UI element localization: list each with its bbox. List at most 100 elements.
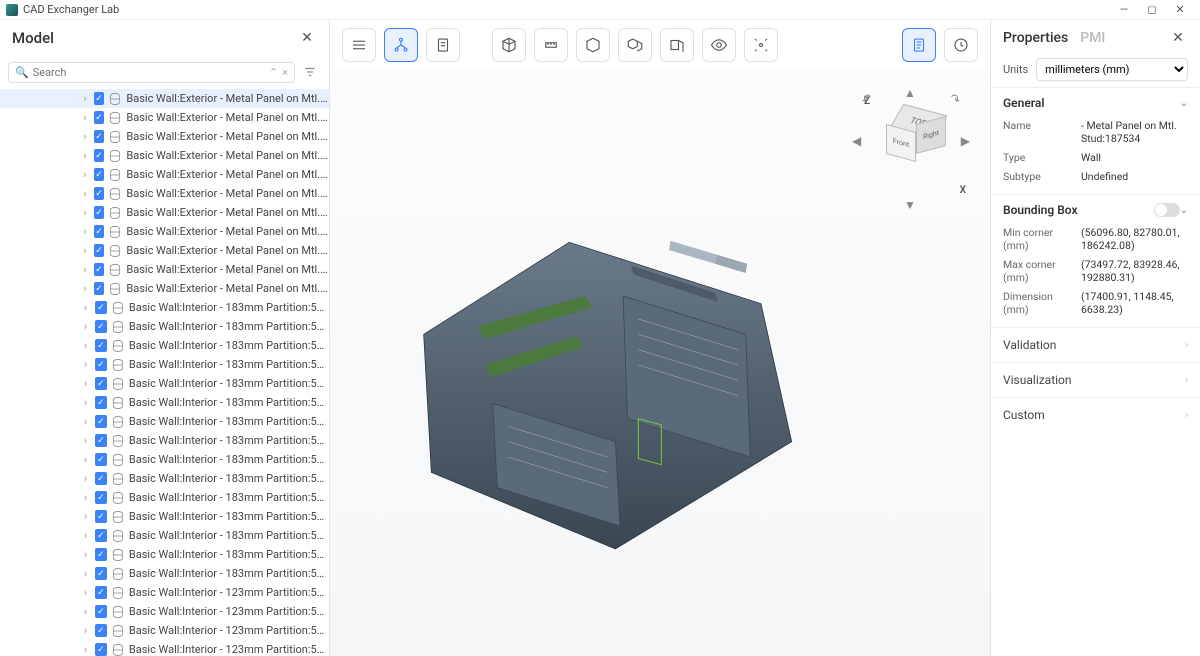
view-down-icon[interactable]: ▼ [904, 198, 916, 212]
checkbox-icon[interactable]: ✓ [95, 301, 107, 314]
chevron-right-icon[interactable]: › [80, 359, 91, 371]
chevron-right-icon[interactable]: › [80, 188, 90, 200]
tree-item[interactable]: ›✓Basic Wall:Interior - 183mm Partition:… [0, 298, 329, 317]
window-minimize-button[interactable]: — [1110, 3, 1138, 16]
checkbox-icon[interactable]: ✓ [95, 491, 107, 504]
validation-section[interactable]: Validation› [991, 327, 1200, 362]
chevron-right-icon[interactable]: › [80, 264, 90, 276]
viewport[interactable]: ▲ ▼ ◀ ▶ ↶ ↷ Z X TOP Front Right [330, 70, 990, 656]
chevron-right-icon[interactable]: › [80, 625, 91, 637]
checkbox-icon[interactable]: ✓ [95, 510, 107, 523]
chevron-down-icon[interactable]: ⌄ [1180, 205, 1188, 216]
tree-item[interactable]: ›✓Basic Wall:Interior - 183mm Partition:… [0, 450, 329, 469]
chevron-right-icon[interactable]: › [80, 644, 91, 656]
checkbox-icon[interactable]: ✓ [94, 187, 105, 200]
checkbox-icon[interactable]: ✓ [95, 434, 107, 447]
tab-pmi[interactable]: PMI [1080, 30, 1105, 46]
checkbox-icon[interactable]: ✓ [94, 206, 105, 219]
chevron-right-icon[interactable]: › [80, 530, 91, 542]
checkbox-icon[interactable]: ✓ [95, 605, 107, 618]
checkbox-icon[interactable]: ✓ [94, 263, 105, 276]
tab-properties[interactable]: Properties [1003, 30, 1068, 46]
search-box[interactable]: 🔍 ⌃ × [8, 62, 295, 83]
tree-item[interactable]: ›✓Basic Wall:Exterior - Metal Panel on M… [0, 222, 329, 241]
view-left-icon[interactable]: ◀ [852, 134, 861, 148]
tree-item[interactable]: ›✓Basic Wall:Interior - 123mm Partition:… [0, 602, 329, 621]
fit-button[interactable] [744, 28, 778, 62]
checkbox-icon[interactable]: ✓ [95, 643, 107, 656]
section-button[interactable] [660, 28, 694, 62]
checkbox-icon[interactable]: ✓ [95, 472, 107, 485]
chevron-right-icon[interactable]: › [80, 226, 90, 238]
tree-item[interactable]: ›✓Basic Wall:Exterior - Metal Panel on M… [0, 260, 329, 279]
checkbox-icon[interactable]: ✓ [95, 339, 107, 352]
tree-item[interactable]: ›✓Basic Wall:Interior - 183mm Partition:… [0, 336, 329, 355]
checkbox-icon[interactable]: ✓ [95, 624, 107, 637]
chevron-right-icon[interactable]: › [80, 131, 90, 143]
checkbox-icon[interactable]: ✓ [95, 453, 107, 466]
tree-item[interactable]: ›✓Basic Wall:Exterior - Metal Panel on M… [0, 146, 329, 165]
tree-item[interactable]: ›✓Basic Wall:Interior - 183mm Partition:… [0, 469, 329, 488]
chevron-right-icon[interactable]: › [80, 112, 90, 124]
chevron-right-icon[interactable]: › [80, 587, 91, 599]
window-close-button[interactable]: ✕ [1166, 3, 1194, 16]
chevron-right-icon[interactable]: › [80, 492, 91, 504]
tree-item[interactable]: ›✓Basic Wall:Exterior - Metal Panel on M… [0, 89, 329, 108]
custom-section[interactable]: Custom› [991, 397, 1200, 432]
cube-button[interactable] [492, 28, 526, 62]
chevron-right-icon[interactable]: › [80, 378, 91, 390]
tree-item[interactable]: ›✓Basic Wall:Interior - 183mm Partition:… [0, 317, 329, 336]
tree-item[interactable]: ›✓Basic Wall:Exterior - Metal Panel on M… [0, 165, 329, 184]
structure-button[interactable] [384, 28, 418, 62]
collapse-all-icon[interactable]: ⌃ [269, 66, 278, 79]
eye-button[interactable] [702, 28, 736, 62]
tree-item[interactable]: ›✓Basic Wall:Interior - 183mm Partition:… [0, 564, 329, 583]
document-button[interactable] [426, 28, 460, 62]
tree-item[interactable]: ›✓Basic Wall:Interior - 183mm Partition:… [0, 507, 329, 526]
tree-item[interactable]: ›✓Basic Wall:Exterior - Metal Panel on M… [0, 127, 329, 146]
tree-item[interactable]: ›✓Basic Wall:Interior - 123mm Partition:… [0, 583, 329, 602]
tree-item[interactable]: ›✓Basic Wall:Interior - 183mm Partition:… [0, 545, 329, 564]
chevron-right-icon[interactable]: › [80, 302, 91, 314]
model-tree[interactable]: ›✓Basic Wall:Exterior - Metal Panel on M… [0, 87, 329, 656]
tree-item[interactable]: ›✓Basic Wall:Interior - 183mm Partition:… [0, 374, 329, 393]
multibox-button[interactable] [618, 28, 652, 62]
annotation-button[interactable] [944, 28, 978, 62]
view-right-icon[interactable]: ▶ [961, 134, 970, 148]
checkbox-icon[interactable]: ✓ [95, 567, 107, 580]
filter-button[interactable] [299, 61, 321, 83]
view-up-icon[interactable]: ▲ [904, 86, 916, 100]
chevron-right-icon[interactable]: › [80, 454, 91, 466]
chevron-right-icon[interactable]: › [80, 245, 90, 257]
chevron-right-icon[interactable]: › [80, 416, 91, 428]
chevron-right-icon[interactable]: › [80, 549, 91, 561]
visualization-section[interactable]: Visualization› [991, 362, 1200, 397]
chevron-right-icon[interactable]: › [80, 93, 90, 105]
checkbox-icon[interactable]: ✓ [95, 415, 107, 428]
tree-item[interactable]: ›✓Basic Wall:Exterior - Metal Panel on M… [0, 203, 329, 222]
chevron-right-icon[interactable]: › [80, 150, 90, 162]
info-button[interactable] [902, 28, 936, 62]
chevron-right-icon[interactable]: › [80, 606, 91, 618]
checkbox-icon[interactable]: ✓ [94, 168, 105, 181]
tree-item[interactable]: ›✓Basic Wall:Exterior - Metal Panel on M… [0, 108, 329, 127]
tree-item[interactable]: ›✓Basic Wall:Exterior - Metal Panel on M… [0, 279, 329, 298]
tree-item[interactable]: ›✓Basic Wall:Interior - 123mm Partition:… [0, 640, 329, 656]
checkbox-icon[interactable]: ✓ [95, 358, 107, 371]
checkbox-icon[interactable]: ✓ [94, 244, 105, 257]
chevron-right-icon[interactable]: › [80, 340, 91, 352]
checkbox-icon[interactable]: ✓ [94, 130, 105, 143]
units-select[interactable]: millimeters (mm) [1036, 58, 1188, 81]
menu-button[interactable] [342, 28, 376, 62]
tree-item[interactable]: ›✓Basic Wall:Interior - 183mm Partition:… [0, 412, 329, 431]
tree-item[interactable]: ›✓Basic Wall:Interior - 123mm Partition:… [0, 621, 329, 640]
tree-item[interactable]: ›✓Basic Wall:Interior - 183mm Partition:… [0, 355, 329, 374]
close-model-panel-button[interactable]: ✕ [297, 28, 317, 48]
viewcube-right-face[interactable]: Right [916, 116, 946, 154]
measure-button[interactable] [534, 28, 568, 62]
checkbox-icon[interactable]: ✓ [95, 586, 107, 599]
window-maximize-button[interactable]: ◻ [1138, 3, 1166, 16]
tree-item[interactable]: ›✓Basic Wall:Interior - 183mm Partition:… [0, 488, 329, 507]
tree-item[interactable]: ›✓Basic Wall:Exterior - Metal Panel on M… [0, 241, 329, 260]
chevron-right-icon[interactable]: › [80, 568, 91, 580]
